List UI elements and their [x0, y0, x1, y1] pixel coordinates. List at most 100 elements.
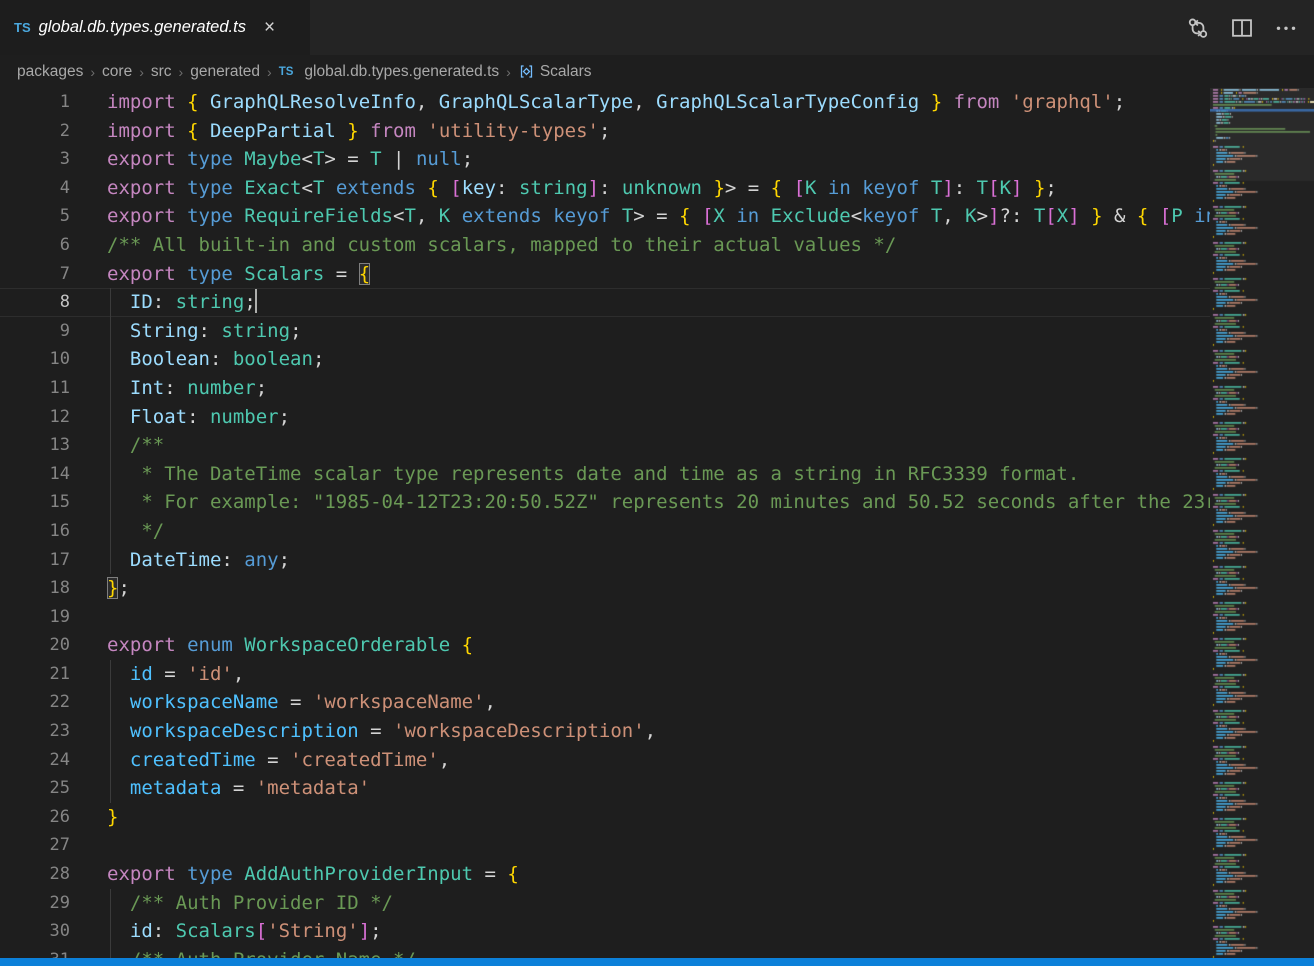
open-changes-icon[interactable] — [1186, 16, 1210, 40]
code-line[interactable]: 7export type Scalars = { — [0, 260, 1210, 289]
code-text: /** Auth Provider ID */ — [107, 889, 393, 918]
line-number[interactable]: 27 — [0, 831, 70, 860]
code-text: * The DateTime scalar type represents da… — [107, 460, 1079, 489]
line-number[interactable]: 4 — [0, 174, 70, 203]
editor-tab[interactable]: TS global.db.types.generated.ts × — [0, 0, 310, 55]
code-editor[interactable]: 1import { GraphQLResolveInfo, GraphQLSca… — [0, 88, 1210, 958]
line-number[interactable]: 14 — [0, 460, 70, 489]
tab-title: global.db.types.generated.ts — [39, 18, 246, 37]
code-line[interactable]: 15 * For example: "1985-04-12T23:20:50.5… — [0, 488, 1210, 517]
code-line[interactable]: 29 /** Auth Provider ID */ — [0, 889, 1210, 918]
code-line[interactable]: 17 DateTime: any; — [0, 546, 1210, 575]
line-number[interactable]: 12 — [0, 403, 70, 432]
code-line[interactable]: 13 /** — [0, 431, 1210, 460]
code-text: Boolean: boolean; — [107, 345, 324, 374]
code-line[interactable]: 11 Int: number; — [0, 374, 1210, 403]
code-text: */ — [107, 517, 164, 546]
more-actions-icon[interactable] — [1274, 16, 1298, 40]
code-line[interactable]: 19 — [0, 603, 1210, 632]
code-text: export enum WorkspaceOrderable { — [107, 631, 473, 660]
line-number[interactable]: 1 — [0, 88, 70, 117]
code-text: Float: number; — [107, 403, 290, 432]
indent-guide — [110, 546, 111, 575]
code-line[interactable]: 16 */ — [0, 517, 1210, 546]
breadcrumb-item-generated[interactable]: generated — [190, 63, 260, 81]
indent-guide — [110, 488, 111, 517]
code-line[interactable]: 2import { DeepPartial } from 'utility-ty… — [0, 117, 1210, 146]
line-number[interactable]: 28 — [0, 860, 70, 889]
breadcrumb-item-packages[interactable]: packages — [17, 63, 83, 81]
code-line[interactable]: 9 String: string; — [0, 317, 1210, 346]
code-text: } — [107, 803, 118, 832]
code-line[interactable]: 12 Float: number; — [0, 403, 1210, 432]
line-number[interactable]: 29 — [0, 889, 70, 918]
code-line[interactable]: 4 export type Exact<T extends { [key: str… — [0, 174, 1210, 203]
code-line[interactable]: 30 id: Scalars['String']; — [0, 917, 1210, 946]
code-line[interactable]: 31 /** Auth Provider Name */ — [0, 946, 1210, 958]
line-number[interactable]: 7 — [0, 260, 70, 289]
close-icon[interactable]: × — [260, 17, 279, 38]
breadcrumb-item-core[interactable]: core — [102, 63, 132, 81]
code-text: /** Auth Provider Name */ — [107, 946, 416, 958]
code-line[interactable]: 6/** All built-in and custom scalars, ma… — [0, 231, 1210, 260]
code-text: DateTime: any; — [107, 546, 290, 575]
code-line[interactable]: 26} — [0, 803, 1210, 832]
line-number[interactable]: 6 — [0, 231, 70, 260]
line-number[interactable]: 24 — [0, 746, 70, 775]
code-line[interactable]: 14 * The DateTime scalar type represents… — [0, 460, 1210, 489]
breadcrumb-item-file[interactable]: TSglobal.db.types.generated.ts — [279, 63, 499, 81]
indent-guide — [110, 946, 111, 958]
split-editor-icon[interactable] — [1230, 16, 1254, 40]
line-number[interactable]: 5 — [0, 202, 70, 231]
ts-file-icon: TS — [279, 66, 294, 78]
code-text: id = 'id', — [107, 660, 244, 689]
code-line[interactable]: 5export type RequireFields<T, K extends … — [0, 202, 1210, 231]
line-number[interactable]: 25 — [0, 774, 70, 803]
code-line[interactable]: 1import { GraphQLResolveInfo, GraphQLSca… — [0, 88, 1210, 117]
line-number[interactable]: 17 — [0, 546, 70, 575]
status-bar-strip — [0, 958, 1314, 966]
line-number[interactable]: 8 — [0, 288, 70, 317]
line-number[interactable]: 3 — [0, 145, 70, 174]
line-number[interactable]: 2 — [0, 117, 70, 146]
breadcrumb-item-symbol[interactable]: Scalars — [518, 63, 592, 81]
line-number[interactable]: 13 — [0, 431, 70, 460]
code-line[interactable]: 22 workspaceName = 'workspaceName', — [0, 688, 1210, 717]
code-text: /** — [107, 431, 164, 460]
vscode-window: TS global.db.types.generated.ts × — [0, 0, 1314, 966]
indent-guide — [110, 374, 111, 403]
line-number[interactable]: 18 — [0, 574, 70, 603]
code-text: workspaceDescription = 'workspaceDescrip… — [107, 717, 656, 746]
code-line[interactable]: 24 createdTime = 'createdTime', — [0, 746, 1210, 775]
code-line[interactable]: 8 ID: string; — [0, 288, 1210, 317]
breadcrumb-item-src[interactable]: src — [151, 63, 172, 81]
line-number[interactable]: 21 — [0, 660, 70, 689]
line-number[interactable]: 22 — [0, 688, 70, 717]
line-number[interactable]: 20 — [0, 631, 70, 660]
code-line[interactable]: 27 — [0, 831, 1210, 860]
line-number[interactable]: 31 — [0, 946, 70, 958]
code-line[interactable]: 10 Boolean: boolean; — [0, 345, 1210, 374]
line-number[interactable]: 9 — [0, 317, 70, 346]
line-number[interactable]: 23 — [0, 717, 70, 746]
line-number[interactable]: 11 — [0, 374, 70, 403]
code-text: export type Exact<T extends { [key: stri… — [107, 174, 1057, 203]
line-number[interactable]: 30 — [0, 917, 70, 946]
indent-guide — [110, 345, 111, 374]
code-line[interactable]: 3export type Maybe<T> = T | null; — [0, 145, 1210, 174]
tab-bar: TS global.db.types.generated.ts × — [0, 0, 1314, 55]
line-number[interactable]: 15 — [0, 488, 70, 517]
code-line[interactable]: 23 workspaceDescription = 'workspaceDesc… — [0, 717, 1210, 746]
line-number[interactable]: 16 — [0, 517, 70, 546]
code-line[interactable]: 28export type AddAuthProviderInput = { — [0, 860, 1210, 889]
code-line[interactable]: 21 id = 'id', — [0, 660, 1210, 689]
chevron-right-icon: › — [179, 64, 184, 80]
line-number[interactable]: 19 — [0, 603, 70, 632]
line-number[interactable]: 26 — [0, 803, 70, 832]
minimap[interactable] — [1210, 88, 1314, 958]
line-number[interactable]: 10 — [0, 345, 70, 374]
code-line[interactable]: 18}; — [0, 574, 1210, 603]
chevron-right-icon: › — [267, 64, 272, 80]
code-line[interactable]: 20 export enum WorkspaceOrderable { — [0, 631, 1210, 660]
code-line[interactable]: 25 metadata = 'metadata' — [0, 774, 1210, 803]
